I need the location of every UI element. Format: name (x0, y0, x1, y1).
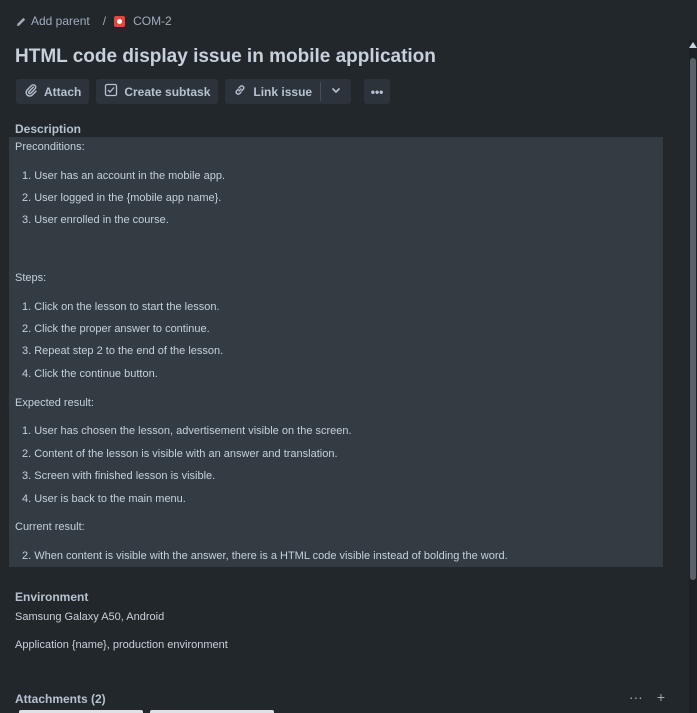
issue-title[interactable]: HTML code display issue in mobile applic… (15, 46, 436, 68)
attachments-add-button[interactable]: + (657, 689, 665, 705)
issue-toolbar: Attach Create subtask Link issue ••• (16, 79, 391, 104)
link-issue-label: Link issue (253, 84, 313, 99)
attachments-heading: Attachments (2) (15, 692, 106, 706)
create-subtask-button[interactable]: Create subtask (96, 79, 219, 104)
steps-label: Steps: (15, 272, 47, 284)
attachments-actions: ··· + (629, 689, 665, 705)
description-field[interactable]: Preconditions: 1. User has an account in… (9, 137, 663, 567)
list-item: 2. When content is visible with the answ… (22, 550, 508, 562)
environment-heading: Environment (15, 590, 89, 604)
list-item: 3. User enrolled in the course. (22, 214, 169, 226)
more-actions-button[interactable]: ••• (364, 79, 391, 104)
list-item: 2. User logged in the {mobile app name}. (22, 192, 222, 204)
breadcrumb: Add parent / COM-2 (16, 13, 172, 29)
attach-button[interactable]: Attach (16, 79, 90, 104)
add-parent-label: Add parent (31, 14, 90, 28)
paperclip-icon (24, 83, 38, 100)
scroll-up-arrow-icon[interactable] (689, 42, 697, 48)
environment-line: Application {name}, production environme… (15, 639, 228, 651)
attachments-more-button[interactable]: ··· (629, 689, 643, 705)
list-item: 2. Click the proper answer to continue. (22, 323, 210, 335)
current-result-label: Current result: (15, 521, 85, 533)
list-item: 4. User is back to the main menu. (22, 493, 186, 505)
issue-key-link[interactable]: COM-2 (114, 14, 172, 28)
environment-line: Samsung Galaxy A50, Android (15, 611, 165, 623)
list-item: 3. Repeat step 2 to the end of the lesso… (22, 345, 224, 357)
pencil-icon (16, 16, 27, 27)
list-item: 2. Content of the lesson is visible with… (22, 448, 338, 460)
link-issue-button[interactable]: Link issue (225, 79, 320, 104)
list-item: 1. User has chosen the lesson, advertise… (22, 425, 352, 437)
bug-icon (114, 15, 126, 27)
breadcrumb-separator: / (102, 14, 107, 28)
list-item: 4. Click the continue button. (22, 368, 158, 380)
link-issue-group: Link issue (225, 79, 352, 104)
expected-result-label: Expected result: (15, 397, 94, 409)
attach-label: Attach (44, 84, 82, 99)
create-subtask-label: Create subtask (124, 84, 211, 99)
link-issue-dropdown-button[interactable] (321, 79, 351, 104)
chevron-down-icon (329, 83, 343, 100)
preconditions-label: Preconditions: (15, 141, 85, 153)
subtask-icon (104, 83, 118, 100)
scrollbar-thumb[interactable] (690, 58, 696, 580)
more-label: ••• (370, 84, 384, 99)
issue-key: COM-2 (133, 14, 172, 28)
list-item: 3. Screen with finished lesson is visibl… (22, 470, 216, 482)
issue-view: Add parent / COM-2 HTML code display iss… (0, 0, 697, 713)
list-item: 1. User has an account in the mobile app… (22, 170, 226, 182)
link-icon (233, 83, 247, 100)
add-parent-link[interactable]: Add parent (16, 14, 90, 28)
list-item: 1. Click on the lesson to start the less… (22, 301, 220, 313)
description-heading: Description (15, 122, 82, 136)
